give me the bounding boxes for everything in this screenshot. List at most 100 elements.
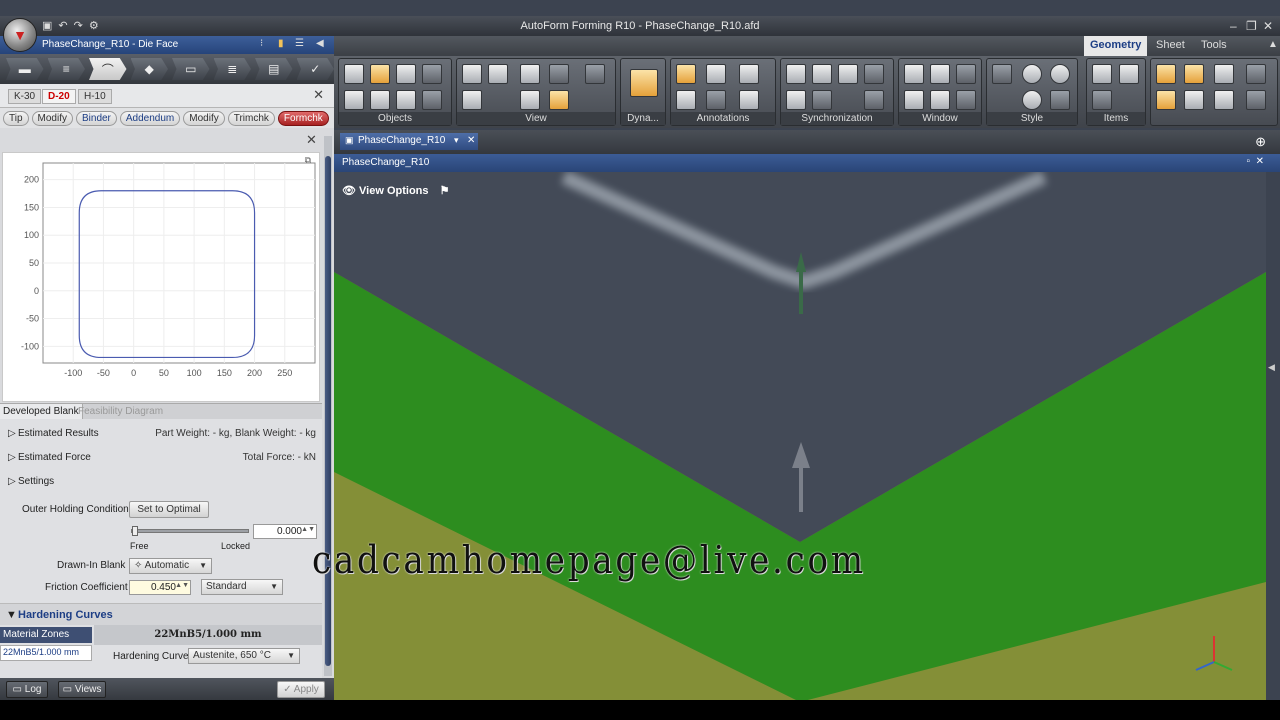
rotate-icon[interactable]: [462, 90, 482, 110]
note-icon[interactable]: [676, 90, 696, 110]
tab-k30[interactable]: K-30: [8, 89, 42, 104]
minimize-icon[interactable]: –: [1230, 19, 1237, 33]
sheet-edit-icon[interactable]: [1214, 90, 1234, 110]
tab-modify[interactable]: Modify: [31, 110, 73, 126]
settings-row[interactable]: ▷ Settings: [0, 471, 322, 493]
binder-icon[interactable]: [1184, 90, 1204, 110]
section-icon[interactable]: [422, 90, 442, 110]
close-viewport-icon[interactable]: ✕: [1256, 156, 1264, 167]
layers-icon[interactable]: [396, 64, 416, 84]
friction-mode-dropdown[interactable]: Standard ▼: [201, 579, 283, 595]
holding-value-input[interactable]: 0.000 ▲▼: [253, 524, 317, 539]
close-icon[interactable]: ✕: [313, 87, 324, 103]
tab-feasibility-diagram[interactable]: Feasibility Diagram: [78, 406, 163, 417]
views-icon[interactable]: [488, 64, 508, 84]
view-options-toggle[interactable]: 👁 View Options ⚑: [342, 184, 449, 197]
sheet-icon[interactable]: [1214, 64, 1234, 84]
trim-icon[interactable]: [1246, 90, 1266, 110]
scroll-thumb[interactable]: [325, 156, 331, 666]
material-zone-item[interactable]: 22MnB5/1.000 mm: [0, 645, 92, 661]
maximize-icon[interactable]: ▫: [1246, 156, 1250, 167]
close-tab-icon[interactable]: ✕: [467, 135, 475, 146]
blank-icon[interactable]: [1156, 90, 1176, 110]
background-icon[interactable]: [1050, 90, 1070, 110]
sync-view-icon[interactable]: [812, 64, 832, 84]
item-icon[interactable]: [1092, 64, 1112, 84]
check-step-icon[interactable]: ✓: [296, 58, 334, 80]
horizontal-split-icon[interactable]: [904, 90, 924, 110]
tab-h10[interactable]: H-10: [78, 89, 112, 104]
tool-icon[interactable]: [344, 90, 364, 110]
hardening-section[interactable]: ▼ Hardening Curves: [0, 603, 322, 625]
blank-step-icon[interactable]: ▬: [6, 58, 44, 80]
lock-icon[interactable]: ▮: [278, 38, 284, 49]
screenshot-icon[interactable]: [585, 64, 605, 84]
cascade-icon[interactable]: [956, 64, 976, 84]
flag-icon[interactable]: [1119, 64, 1139, 84]
sync-icon[interactable]: [786, 64, 806, 84]
unlink-icon[interactable]: [864, 90, 884, 110]
globe-icon[interactable]: [786, 90, 806, 110]
addendum-step-icon[interactable]: ◆: [130, 58, 168, 80]
axis-icon[interactable]: [1092, 90, 1112, 110]
pan-icon[interactable]: [549, 90, 569, 110]
single-window-icon[interactable]: [904, 64, 924, 84]
detach-icon[interactable]: ⧉: [305, 155, 311, 166]
tab-addendum[interactable]: Addendum: [119, 110, 181, 126]
friction-input[interactable]: 0.450 ▲▼: [129, 580, 191, 595]
nc-step-icon[interactable]: ▤: [255, 58, 293, 80]
collapse-icon[interactable]: ◀: [316, 38, 324, 49]
pen-icon[interactable]: [739, 64, 759, 84]
wire-sphere-icon[interactable]: [1050, 64, 1070, 84]
measure-icon[interactable]: [706, 64, 726, 84]
shaded-sphere-icon[interactable]: [1022, 64, 1042, 84]
add-tab-icon[interactable]: ⊕: [1255, 134, 1266, 150]
close-panel-icon[interactable]: ✕: [306, 132, 317, 148]
object-icon[interactable]: [344, 64, 364, 84]
punch-icon[interactable]: [396, 90, 416, 110]
close-icon[interactable]: ✕: [1263, 19, 1273, 33]
estimated-force-row[interactable]: ▷ Estimated Force Total Force: - kN: [0, 447, 322, 469]
camera-icon[interactable]: [549, 64, 569, 84]
texture-sphere-icon[interactable]: [1022, 90, 1042, 110]
restore-icon[interactable]: ❐: [1246, 19, 1257, 33]
pin-icon[interactable]: [1246, 64, 1266, 84]
link-icon[interactable]: [864, 64, 884, 84]
tab-tip[interactable]: Tip: [3, 110, 29, 126]
3d-viewport[interactable]: 👁 View Options ⚑: [334, 172, 1266, 702]
expand-icon[interactable]: ▷: [8, 476, 16, 487]
trim-step-icon[interactable]: ▭: [172, 58, 210, 80]
sync-all-icon[interactable]: [838, 64, 858, 84]
expand-icon[interactable]: ▷: [8, 428, 16, 439]
estimated-results-row[interactable]: ▷ Estimated Results Part Weight: - kg, B…: [0, 423, 322, 445]
pointer-icon[interactable]: [676, 64, 696, 84]
tab-geometry[interactable]: Geometry: [1084, 36, 1148, 56]
collapse-icon[interactable]: ▼: [6, 609, 17, 621]
log-button[interactable]: ▭ Log: [6, 681, 48, 698]
doc-tab[interactable]: ▣ PhaseChange_R10 ▾ ✕: [340, 133, 478, 150]
quad-window-icon[interactable]: [930, 90, 950, 110]
tab-developed-blank[interactable]: Developed Blank: [0, 404, 83, 419]
tab-trimchk[interactable]: Trimchk: [227, 110, 275, 126]
split-window-icon[interactable]: [930, 64, 950, 84]
brush-icon[interactable]: [739, 90, 759, 110]
flange-step-icon[interactable]: ≣: [213, 58, 251, 80]
set-to-optimal-button[interactable]: Set to Optimal: [129, 501, 209, 518]
surface-icon[interactable]: [370, 64, 390, 84]
tab-tools[interactable]: Tools: [1201, 39, 1227, 51]
scroll-up-icon[interactable]: ▲: [1268, 39, 1278, 50]
die-icon[interactable]: [370, 90, 390, 110]
tile-icon[interactable]: [956, 90, 976, 110]
expand-icon[interactable]: ▷: [8, 452, 16, 463]
tab-modify-2[interactable]: Modify: [183, 110, 225, 126]
fit-view-icon[interactable]: [462, 64, 482, 84]
hide-icon[interactable]: [422, 64, 442, 84]
frame-icon[interactable]: [520, 90, 540, 110]
left-scrollbar[interactable]: [324, 136, 332, 676]
label-icon[interactable]: [706, 90, 726, 110]
tab-formchk[interactable]: Formchk: [277, 110, 329, 126]
expand-right-icon[interactable]: ◀: [1268, 362, 1275, 373]
part-icon[interactable]: [1156, 64, 1176, 84]
chevron-down-icon[interactable]: ▾: [454, 135, 459, 146]
hardening-curve-dropdown[interactable]: Austenite, 650 °C ▼: [188, 648, 300, 664]
